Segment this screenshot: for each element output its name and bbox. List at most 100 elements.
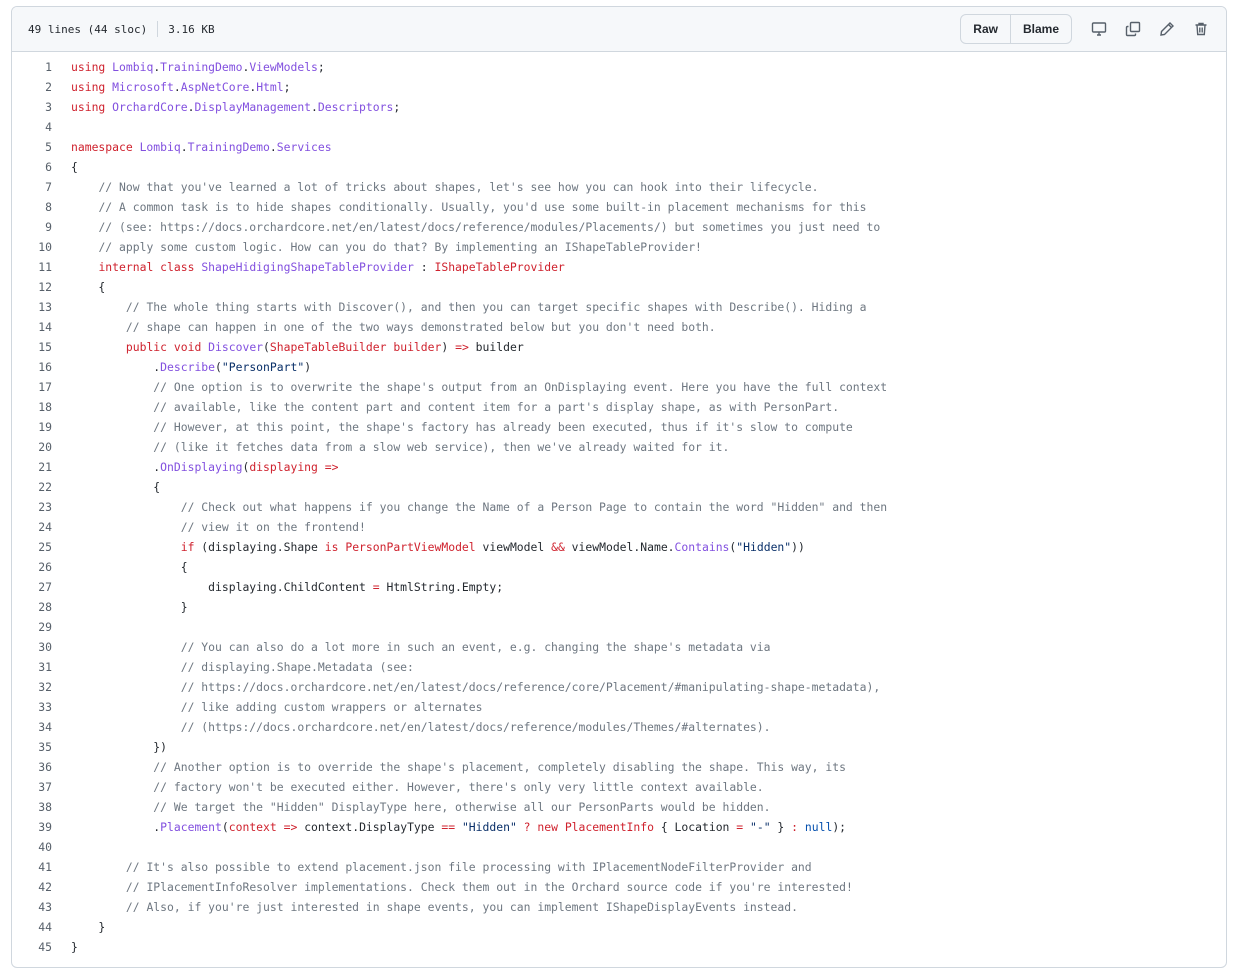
line-number[interactable]: 23 — [12, 497, 71, 517]
line-code: using Microsoft.AspNetCore.Html; — [71, 77, 290, 97]
line-number[interactable]: 10 — [12, 237, 71, 257]
line-number[interactable]: 35 — [12, 737, 71, 757]
line-number[interactable]: 20 — [12, 437, 71, 457]
code-token: context.DisplayType — [297, 820, 442, 834]
line-code: internal class ShapeHidigingShapeTablePr… — [71, 257, 565, 277]
blame-button[interactable]: Blame — [1009, 15, 1071, 43]
code-token: ShapeTableBuilder — [269, 340, 394, 354]
line-code: // https://docs.orchardcore.net/en/lates… — [71, 677, 881, 697]
line-number[interactable]: 42 — [12, 877, 71, 897]
line-number[interactable]: 44 — [12, 917, 71, 937]
line-number[interactable]: 6 — [12, 157, 71, 177]
line-number[interactable]: 31 — [12, 657, 71, 677]
line-number[interactable]: 41 — [12, 857, 71, 877]
line-number[interactable]: 33 — [12, 697, 71, 717]
raw-button[interactable]: Raw — [961, 15, 1010, 43]
line-number[interactable]: 39 — [12, 817, 71, 837]
code-token: viewModel.Name. — [564, 540, 675, 554]
line-number[interactable]: 18 — [12, 397, 71, 417]
line-code: // We target the "Hidden" DisplayType he… — [71, 797, 770, 817]
line-code: // (see: https://docs.orchardcore.net/en… — [71, 217, 880, 237]
line-number[interactable]: 26 — [12, 557, 71, 577]
line-number[interactable]: 22 — [12, 477, 71, 497]
line-code: } — [71, 597, 188, 617]
line-number[interactable]: 1 — [12, 57, 71, 77]
line-number[interactable]: 25 — [12, 537, 71, 557]
line-number[interactable]: 2 — [12, 77, 71, 97]
line-number[interactable]: 24 — [12, 517, 71, 537]
code-line: 8 // A common task is to hide shapes con… — [12, 197, 1226, 217]
line-number[interactable]: 12 — [12, 277, 71, 297]
line-number[interactable]: 36 — [12, 757, 71, 777]
line-number[interactable]: 7 — [12, 177, 71, 197]
line-number[interactable]: 32 — [12, 677, 71, 697]
code-line: 12 { — [12, 277, 1226, 297]
code-line: 23 // Check out what happens if you chan… — [12, 497, 1226, 517]
copy-icon[interactable] — [1116, 15, 1150, 43]
line-number[interactable]: 9 — [12, 217, 71, 237]
code-token: = — [372, 580, 380, 594]
line-number[interactable]: 13 — [12, 297, 71, 317]
line-number[interactable]: 28 — [12, 597, 71, 617]
code-token: } — [71, 920, 106, 934]
line-number[interactable]: 16 — [12, 357, 71, 377]
code-token: (displaying.Shape — [194, 540, 325, 554]
code-line: 28 } — [12, 597, 1226, 617]
code-line: 36 // Another option is to override the … — [12, 757, 1226, 777]
code-token: is — [324, 540, 346, 554]
code-token: ; — [317, 60, 325, 74]
line-number[interactable]: 27 — [12, 577, 71, 597]
code-token: Lombiq — [112, 60, 154, 74]
line-number[interactable]: 5 — [12, 137, 71, 157]
code-line: 21 .OnDisplaying(displaying => — [12, 457, 1226, 477]
code-token: ( — [221, 820, 229, 834]
code-token: { Location — [653, 820, 737, 834]
desktop-icon[interactable] — [1082, 15, 1116, 43]
line-number[interactable]: 29 — [12, 617, 71, 637]
code-token: // Now that you've learned a lot of tric… — [98, 180, 819, 194]
line-number[interactable]: 21 — [12, 457, 71, 477]
line-number[interactable]: 19 — [12, 417, 71, 437]
code-token: viewModel — [475, 540, 552, 554]
line-number[interactable]: 4 — [12, 117, 71, 137]
code-token: // Check out what happens if you change … — [180, 500, 888, 514]
line-code: // Another option is to override the sha… — [71, 757, 846, 777]
code-line: 13 // The whole thing starts with Discov… — [12, 297, 1226, 317]
line-number[interactable]: 37 — [12, 777, 71, 797]
code-token: Contains — [674, 540, 730, 554]
code-token: . — [269, 140, 277, 154]
trash-icon[interactable] — [1184, 15, 1218, 43]
code-line: 41 // It's also possible to extend place… — [12, 857, 1226, 877]
code-token: Lombiq — [139, 140, 181, 154]
line-number[interactable]: 15 — [12, 337, 71, 357]
line-number[interactable]: 38 — [12, 797, 71, 817]
code-token: { — [71, 280, 106, 294]
line-number[interactable]: 40 — [12, 837, 71, 857]
pencil-icon[interactable] — [1150, 15, 1184, 43]
code-token: // displaying.Shape.Metadata (see: — [180, 660, 414, 674]
code-token: : — [413, 260, 435, 274]
code-token: using — [71, 100, 113, 114]
code-line: 32 // https://docs.orchardcore.net/en/la… — [12, 677, 1226, 697]
line-number[interactable]: 17 — [12, 377, 71, 397]
line-number[interactable]: 3 — [12, 97, 71, 117]
line-number[interactable]: 8 — [12, 197, 71, 217]
line-number[interactable]: 14 — [12, 317, 71, 337]
line-number[interactable]: 30 — [12, 637, 71, 657]
code-token: IShapeTableProvider — [434, 260, 565, 274]
file-view: 49 lines (44 sloc) 3.16 KB Raw Blame 1 u… — [11, 6, 1227, 968]
line-code: // (like it fetches data from a slow web… — [71, 437, 729, 457]
line-number[interactable]: 43 — [12, 897, 71, 917]
line-number[interactable]: 11 — [12, 257, 71, 277]
code-token: // The whole thing starts with Discover(… — [125, 300, 867, 314]
line-number[interactable]: 34 — [12, 717, 71, 737]
line-number[interactable]: 45 — [12, 937, 71, 957]
